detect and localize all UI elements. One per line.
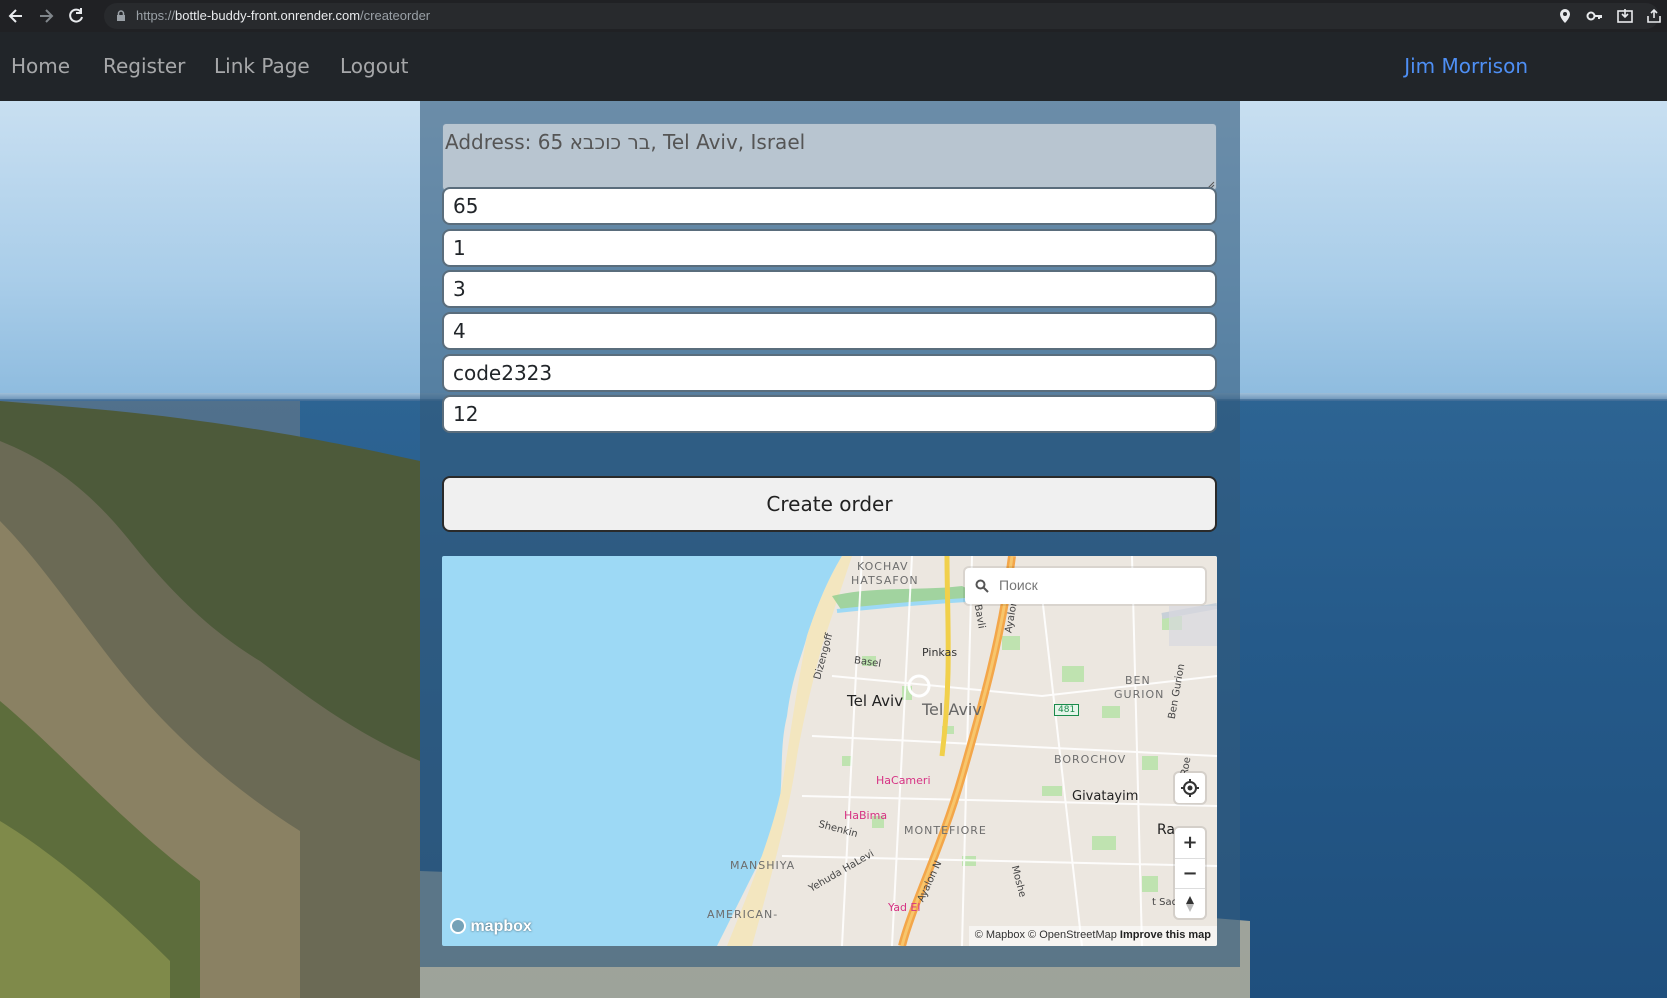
map-label-hacameri: HaCameri [876,774,931,787]
app-navbar: Home Register Link Page Logout Jim Morri… [0,32,1667,101]
map-label-kochav: KOCHAV [857,560,909,573]
map-label-tel-aviv: Tel Aviv [847,692,904,710]
order-field-2[interactable] [442,229,1217,267]
share-icon[interactable] [1645,7,1663,25]
mapbox-logo[interactable]: mapbox [450,918,532,936]
address-bar[interactable]: https://bottle-buddy-front.onrender.com/… [104,3,1659,29]
map-attribution: © Mapbox © OpenStreetMap Improve this ma… [968,926,1217,946]
map-label-montefiore: MONTEFIORE [904,824,987,837]
zoom-out-button[interactable]: − [1175,858,1205,888]
map-label-ra: Ra [1157,822,1175,838]
map-label-tel-aviv-region: Tel Aviv [922,700,982,719]
location-pin-icon[interactable] [1556,7,1574,25]
mapbox-logo-icon [450,918,466,934]
search-icon [975,579,989,593]
geolocate-icon [1181,779,1199,797]
map-label-borochov: BOROCHOV [1054,753,1127,766]
location-map[interactable]: KOCHAV HATSAFON Bavli Ayalon Dizengoff B… [442,556,1217,946]
geolocate-button[interactable] [1175,773,1205,803]
map-label-american: AMERICAN- [707,908,779,921]
zoom-controls: + − [1175,828,1205,918]
nav-link-register[interactable]: Register [103,54,185,78]
map-label-gurion-area: GURION [1114,688,1165,701]
map-route-shield: 481 [1054,704,1080,716]
browser-toolbar: https://bottle-buddy-front.onrender.com/… [0,0,1667,32]
attribution-text[interactable]: © Mapbox © OpenStreetMap [975,929,1117,941]
map-label-hatsafon: HATSAFON [851,574,919,587]
map-tiles [717,556,1217,946]
address-textarea[interactable]: Address: 65 בר כוכבא, Tel Aviv, Israel [442,123,1217,191]
create-order-button[interactable]: Create order [442,476,1217,532]
lock-icon [117,10,125,21]
user-name-link[interactable]: Jim Morrison [1404,54,1528,78]
zoom-in-button[interactable]: + [1175,828,1205,858]
improve-map-link[interactable]: Improve this map [1120,929,1211,941]
key-icon[interactable] [1586,7,1604,25]
url-text: https://bottle-buddy-front.onrender.com/… [136,8,431,23]
map-label-pinkas: Pinkas [922,646,958,659]
compass-button[interactable] [1175,888,1205,918]
map-label-manshiya: MANSHIYA [730,859,796,872]
map-label-givatayim: Givatayim [1072,789,1139,804]
back-arrow-icon[interactable] [6,6,26,26]
map-label-yad-eliyahu: Yad El [888,901,921,914]
nav-link-logout[interactable]: Logout [340,54,408,78]
install-app-icon[interactable] [1616,7,1634,25]
order-field-3[interactable] [442,270,1217,308]
order-field-1[interactable] [442,187,1217,225]
map-label-habima: HaBima [844,809,888,822]
create-order-card: Address: 65 בר כוכבא, Tel Aviv, Israel C… [420,101,1240,967]
map-label-ben: BEN [1125,674,1151,687]
map-search-box[interactable]: Поиск [965,568,1205,604]
forward-arrow-icon[interactable] [36,6,56,26]
order-field-4[interactable] [442,312,1217,350]
order-code-field[interactable] [442,354,1217,392]
compass-icon [1186,896,1194,912]
map-search-placeholder: Поиск [999,577,1038,593]
nav-link-link-page[interactable]: Link Page [214,54,310,78]
order-field-6[interactable] [442,395,1217,433]
reload-icon[interactable] [66,6,86,26]
nav-link-home[interactable]: Home [11,54,70,78]
